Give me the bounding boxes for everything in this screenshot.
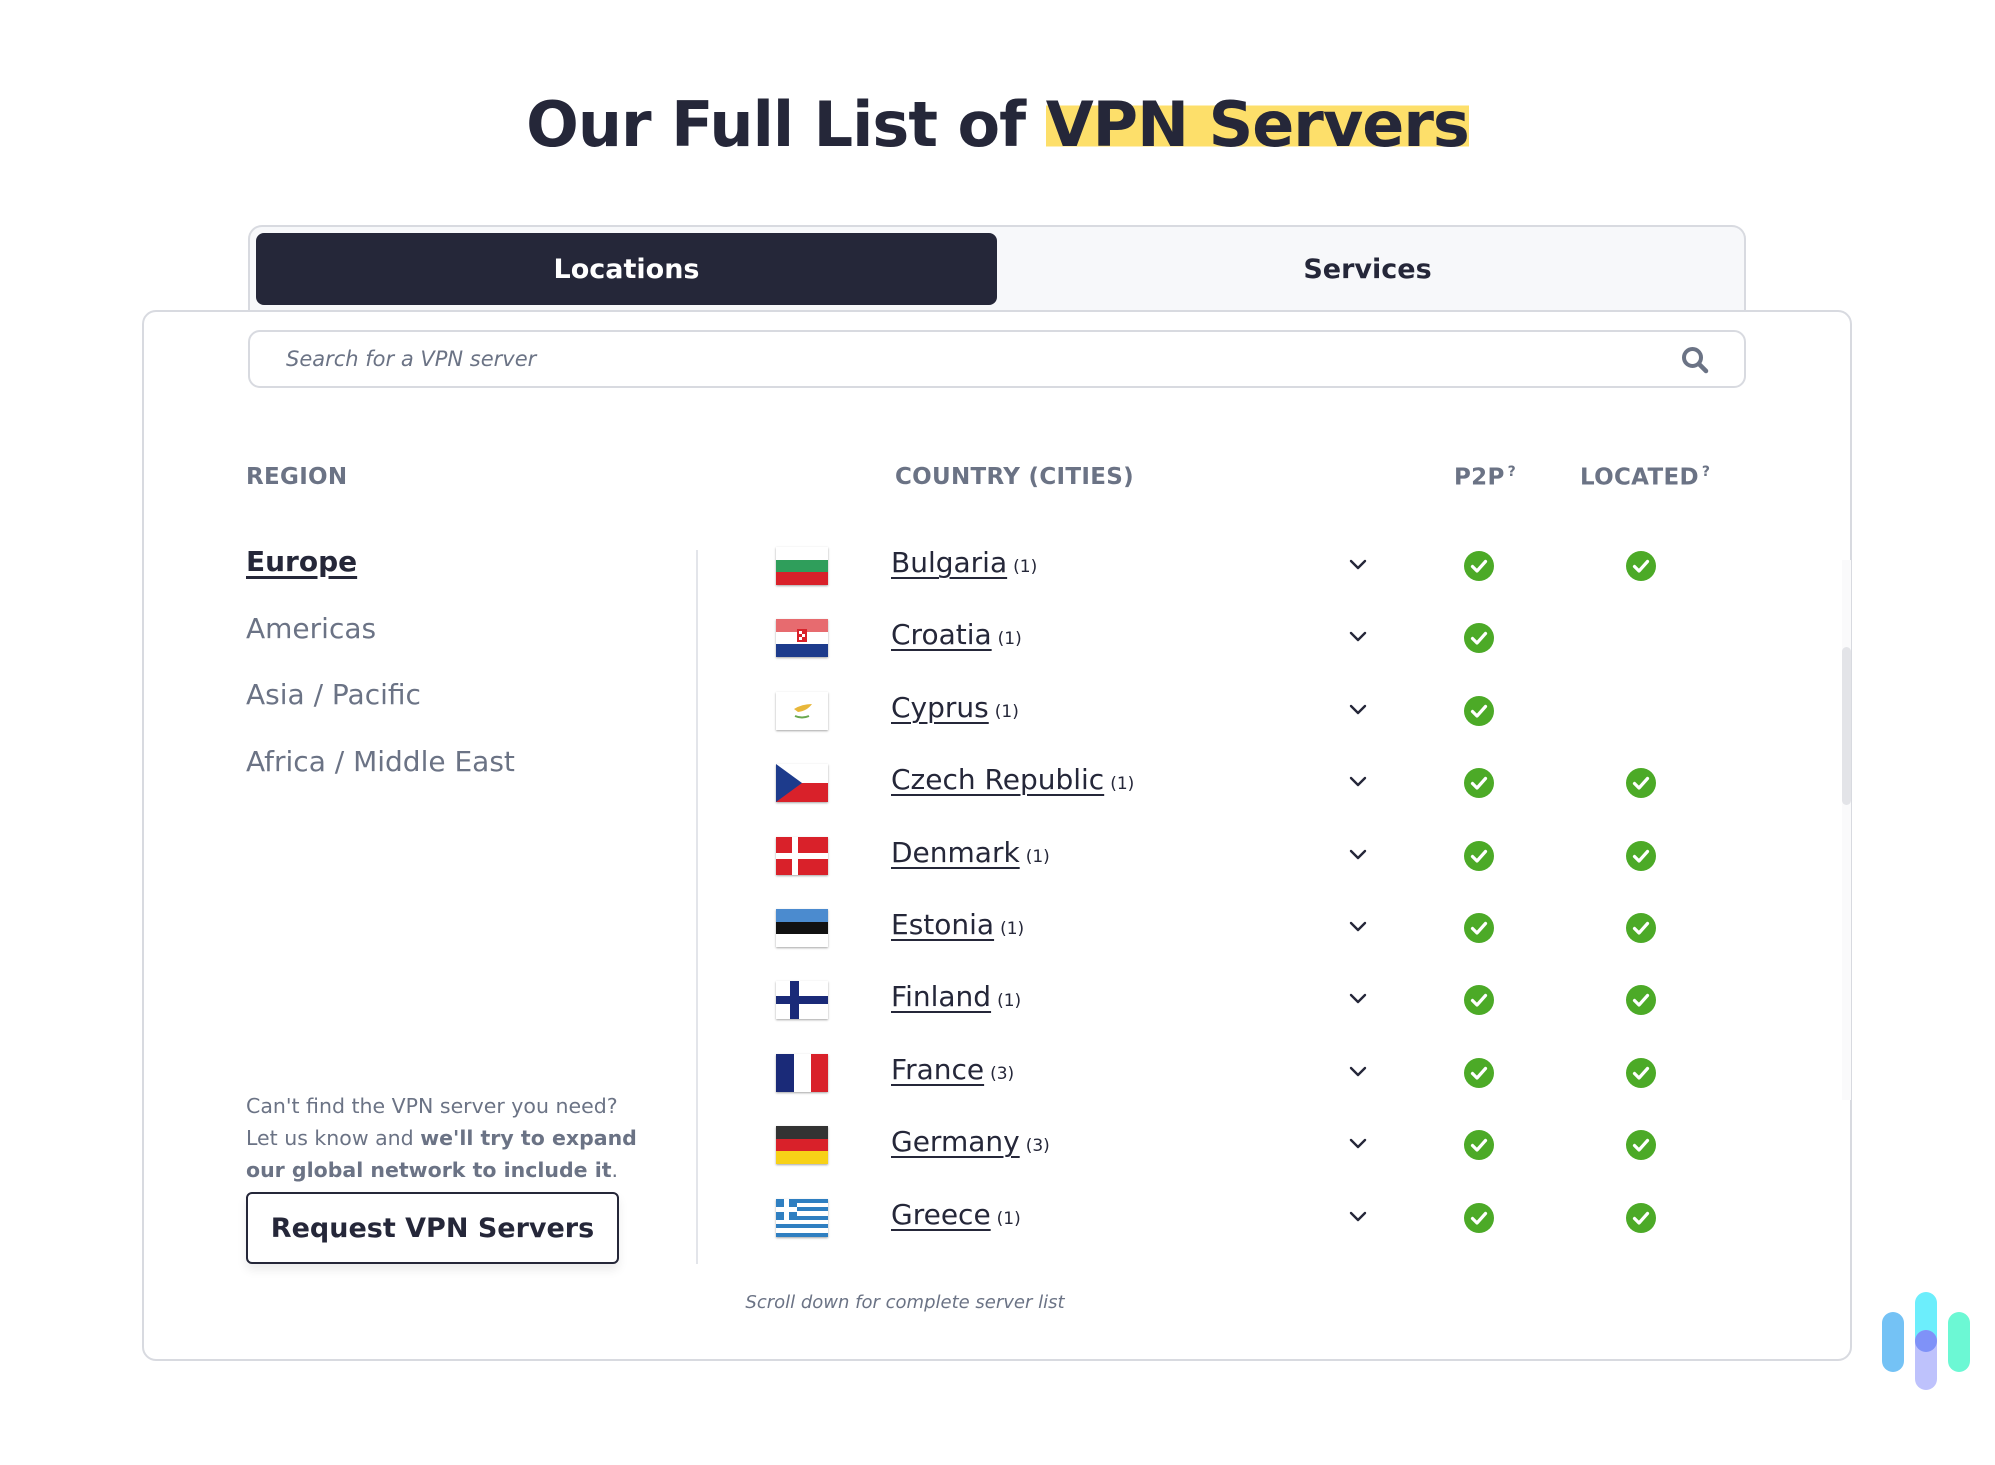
chevron-down-icon[interactable] xyxy=(1349,920,1367,934)
city-count: (1) xyxy=(994,701,1019,722)
title-highlight: VPN Servers xyxy=(1045,88,1470,161)
estonia-flag-icon xyxy=(776,909,828,947)
country-link[interactable]: Finland (1) xyxy=(891,980,1021,1013)
located-check-icon xyxy=(1626,840,1656,871)
country-link[interactable]: Germany (3) xyxy=(891,1125,1050,1158)
city-count: (1) xyxy=(997,991,1022,1012)
city-count: (1) xyxy=(1000,919,1025,939)
city-count: (1) xyxy=(1013,557,1038,577)
city-count: (1) xyxy=(1025,846,1050,867)
located-check-icon xyxy=(1626,913,1656,943)
country-name[interactable]: Cyprus xyxy=(891,691,989,724)
chevron-down-icon[interactable] xyxy=(1349,1210,1367,1224)
country-link[interactable]: Czech Republic (1) xyxy=(891,763,1134,796)
p2p-check-icon xyxy=(1464,913,1494,943)
located-check-icon xyxy=(1626,1057,1656,1088)
scrollbar-thumb[interactable] xyxy=(1842,647,1851,805)
located-check-icon xyxy=(1626,1130,1656,1161)
country-link[interactable]: Cyprus (1) xyxy=(891,691,1019,724)
country-row-greece: Greece (1) xyxy=(0,1198,1995,1290)
chevron-down-icon[interactable] xyxy=(1349,775,1367,789)
search-icon[interactable] xyxy=(1680,345,1710,375)
bulgaria-flag-icon xyxy=(776,547,828,585)
p2p-check-icon xyxy=(1464,768,1494,799)
title-prefix: Our Full List of xyxy=(526,88,1046,161)
chevron-down-icon[interactable] xyxy=(1349,1065,1367,1079)
tab-locations[interactable]: Locations xyxy=(256,233,997,305)
located-check-icon xyxy=(1626,985,1656,1016)
scrollbar-track[interactable] xyxy=(1842,560,1851,1100)
france-flag-icon xyxy=(776,1053,828,1092)
country-name[interactable]: Germany xyxy=(891,1125,1020,1158)
czech-flag-icon xyxy=(776,764,828,803)
search-input[interactable] xyxy=(286,332,1666,386)
city-count: (1) xyxy=(996,1208,1021,1229)
city-count: (3) xyxy=(1025,1136,1050,1157)
country-name[interactable]: Finland xyxy=(891,980,991,1013)
chevron-down-icon[interactable] xyxy=(1349,848,1367,862)
denmark-flag-icon xyxy=(776,836,828,875)
cyprus-flag-icon xyxy=(776,691,828,730)
chevron-down-icon[interactable] xyxy=(1349,992,1367,1006)
germany-flag-icon xyxy=(776,1126,828,1165)
country-name[interactable]: Croatia xyxy=(891,618,992,651)
city-count: (3) xyxy=(990,1063,1015,1084)
country-name[interactable]: Greece xyxy=(891,1198,991,1231)
chevron-down-icon[interactable] xyxy=(1349,1137,1367,1151)
city-count: (1) xyxy=(997,629,1022,650)
p2p-check-icon xyxy=(1464,623,1494,654)
located-check-icon xyxy=(1626,768,1656,799)
p2p-check-icon xyxy=(1464,695,1494,726)
located-help-icon[interactable]: ? xyxy=(1702,464,1710,480)
tab-services[interactable]: Services xyxy=(997,233,1738,305)
located-check-icon xyxy=(1626,551,1656,581)
croatia-flag-icon xyxy=(776,619,828,658)
p2p-check-icon xyxy=(1464,1202,1494,1233)
country-link[interactable]: France (3) xyxy=(891,1053,1014,1086)
search-box xyxy=(248,330,1746,388)
p2p-header-label: P2P xyxy=(1454,464,1505,491)
p2p-check-icon xyxy=(1464,1130,1494,1161)
finland-flag-icon xyxy=(776,981,828,1020)
chevron-down-icon[interactable] xyxy=(1349,558,1367,572)
brand-logo-icon xyxy=(1882,1292,1970,1390)
located-check-icon xyxy=(1626,1202,1656,1233)
country-link[interactable]: Croatia (1) xyxy=(891,618,1022,651)
page-title: Our Full List of VPN Servers xyxy=(0,88,1995,161)
region-header: REGION xyxy=(246,464,348,490)
country-link[interactable]: Estonia (1) xyxy=(891,908,1024,941)
p2p-check-icon xyxy=(1464,551,1494,581)
p2p-check-icon xyxy=(1464,985,1494,1016)
country-link[interactable]: Greece (1) xyxy=(891,1198,1021,1231)
greece-flag-icon xyxy=(776,1198,828,1237)
chevron-down-icon[interactable] xyxy=(1349,630,1367,644)
country-name[interactable]: Denmark xyxy=(891,836,1020,869)
city-count: (1) xyxy=(1110,774,1135,795)
country-header: COUNTRY (CITIES) xyxy=(895,464,1134,490)
located-header: LOCATED? xyxy=(1580,464,1710,491)
country-name[interactable]: France xyxy=(891,1053,984,1086)
p2p-header: P2P? xyxy=(1454,464,1516,491)
tab-bar: Locations Services xyxy=(248,225,1746,317)
p2p-check-icon xyxy=(1464,1057,1494,1088)
located-header-label: LOCATED xyxy=(1580,464,1699,491)
chevron-down-icon[interactable] xyxy=(1349,703,1367,717)
country-name[interactable]: Estonia xyxy=(891,908,994,941)
scroll-hint: Scroll down for complete server list xyxy=(745,1292,1065,1313)
p2p-help-icon[interactable]: ? xyxy=(1508,464,1516,480)
country-link[interactable]: Bulgaria (1) xyxy=(891,546,1037,579)
country-name[interactable]: Czech Republic xyxy=(891,763,1104,796)
p2p-check-icon xyxy=(1464,840,1494,871)
country-link[interactable]: Denmark (1) xyxy=(891,836,1050,869)
country-name[interactable]: Bulgaria xyxy=(891,546,1007,579)
